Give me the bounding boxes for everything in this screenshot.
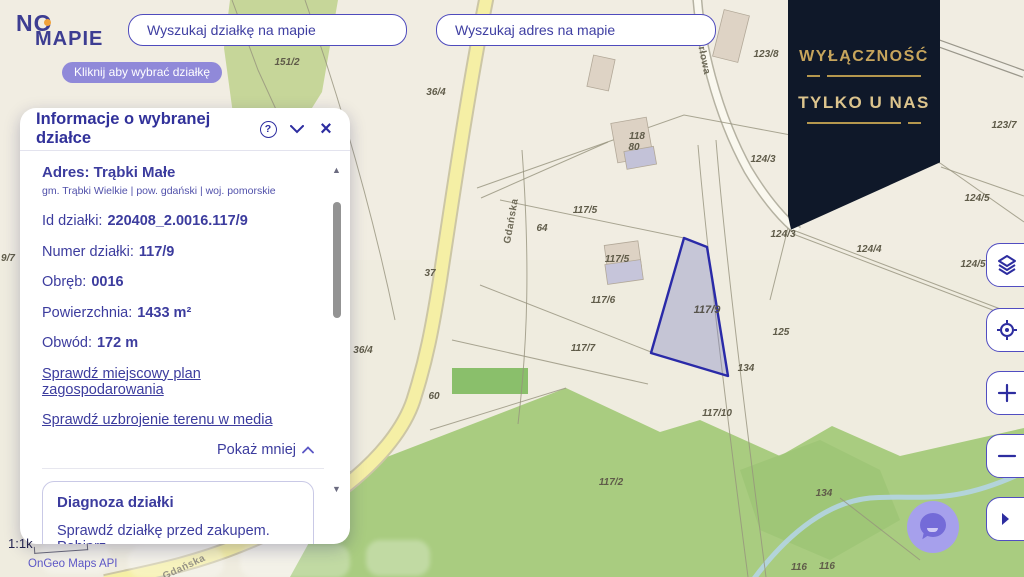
svg-text:118: 118 (629, 131, 645, 142)
field-area: Powierzchnia:1433 m² (42, 305, 314, 321)
logo-pin-dot-icon (44, 19, 51, 26)
svg-text:125: 125 (773, 327, 790, 338)
layers-button[interactable] (986, 243, 1024, 287)
svg-text:117/5: 117/5 (573, 205, 598, 216)
panel-body: Adres: Trąbki Małe gm. Trąbki Wielkie | … (20, 151, 350, 544)
help-icon[interactable]: ? (258, 119, 278, 139)
scroll-down-icon[interactable]: ▼ (332, 485, 341, 494)
logo-text-bottom: MAPIE (35, 28, 103, 51)
locate-icon (995, 318, 1019, 342)
svg-text:124/3: 124/3 (770, 229, 795, 240)
svg-text:134: 134 (816, 488, 833, 499)
svg-text:116: 116 (819, 561, 835, 572)
app-root: .ml{font:italic bold 10px "Liberation Sa… (0, 0, 1024, 577)
svg-text:124/3: 124/3 (750, 154, 775, 165)
play-right-icon (995, 509, 1015, 529)
plus-icon (995, 381, 1019, 405)
svg-text:117/5: 117/5 (605, 254, 630, 265)
click-hint-badge: Kliknij aby wybrać działkę (62, 62, 222, 83)
svg-text:123/8: 123/8 (753, 49, 778, 60)
watermark (128, 546, 224, 577)
search-parcel-input[interactable] (128, 14, 407, 46)
svg-text:37: 37 (424, 268, 436, 279)
svg-text:124/4: 124/4 (856, 244, 881, 255)
zoom-in-button[interactable] (986, 371, 1024, 415)
watermark (240, 544, 350, 577)
scrollbar-thumb[interactable] (333, 202, 341, 318)
field-parcel-id: Id działki:220408_2.0016.117/9 (42, 213, 314, 229)
link-zoning-plan[interactable]: Sprawdź miejscowy plan zagospodarowania (42, 366, 314, 398)
app-logo[interactable]: NO MAPIE (14, 8, 109, 52)
svg-text:117/9: 117/9 (694, 304, 722, 316)
diagnosis-text: Sprawdź działkę przed zakupem. Pobierz (57, 523, 299, 545)
chat-bubble-tail (922, 532, 930, 540)
diagnosis-title: Diagnoza działki (57, 494, 299, 511)
close-icon[interactable]: × (316, 119, 336, 139)
svg-text:117/7: 117/7 (571, 343, 596, 354)
scroll-up-icon[interactable]: ▲ (332, 166, 341, 175)
svg-text:134: 134 (738, 363, 755, 374)
field-perimeter: Obwód:172 m (42, 335, 314, 351)
pan-right-button[interactable] (986, 497, 1024, 541)
svg-text:36/4: 36/4 (353, 345, 373, 356)
svg-text:64: 64 (536, 223, 548, 234)
banner-line2: TYLKO U NAS (788, 93, 940, 113)
banner-rule-bottom (788, 122, 940, 124)
svg-text:123/7: 123/7 (991, 120, 1016, 131)
svg-text:117/10: 117/10 (702, 408, 732, 419)
svg-text:60: 60 (428, 391, 440, 402)
svg-text:36/4: 36/4 (426, 87, 446, 98)
watermark (366, 540, 430, 576)
map-scale: 1:1k (8, 536, 33, 551)
map-attribution: OnGeo Maps API (28, 558, 118, 570)
chevron-down-icon[interactable] (287, 119, 307, 139)
panel-scrollbar: ▲ ▼ (331, 166, 343, 530)
svg-text:117/6: 117/6 (591, 295, 616, 306)
minus-icon (995, 444, 1019, 468)
show-less-button[interactable]: Pokaż mniej (42, 442, 314, 458)
parcel-address: Adres: Trąbki Małe (42, 164, 314, 181)
panel-divider (42, 468, 324, 469)
banner-line1: WYŁĄCZNOŚĆ (788, 48, 940, 66)
locate-button[interactable] (986, 308, 1024, 352)
banner-rule-top (788, 75, 940, 77)
svg-text:80: 80 (628, 142, 640, 153)
panel-title: Informacje o wybranej działce (36, 110, 249, 148)
parcel-address-region: gm. Trąbki Wielkie | pow. gdański | woj.… (42, 185, 314, 197)
field-precinct: Obręb:0016 (42, 274, 314, 290)
svg-text:124/5: 124/5 (964, 193, 989, 204)
field-parcel-number: Numer działki:117/9 (42, 244, 314, 260)
layers-icon (995, 253, 1019, 277)
search-address-input[interactable] (436, 14, 716, 46)
link-utilities[interactable]: Sprawdź uzbrojenie terenu w media (42, 412, 314, 428)
svg-text:9/7: 9/7 (1, 253, 15, 264)
svg-text:117/2: 117/2 (599, 477, 624, 488)
parcel-info-panel: Informacje o wybranej działce ? × Adres:… (20, 108, 350, 544)
svg-text:116: 116 (791, 562, 807, 573)
panel-header: Informacje o wybranej działce ? × (20, 108, 350, 150)
svg-text:124/5: 124/5 (960, 259, 985, 270)
svg-text:151/2: 151/2 (274, 57, 299, 68)
zoom-out-button[interactable] (986, 434, 1024, 478)
chat-button[interactable] (907, 501, 959, 553)
diagnosis-card[interactable]: Diagnoza działki Sprawdź działkę przed z… (42, 481, 314, 545)
